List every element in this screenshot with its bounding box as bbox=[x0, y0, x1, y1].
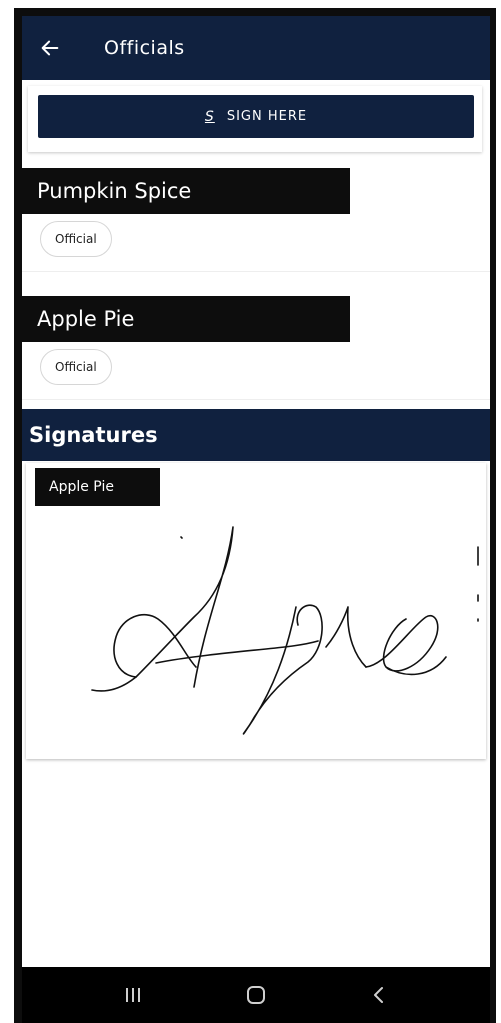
recent-apps-icon bbox=[126, 988, 141, 1002]
signature-name: Apple Pie bbox=[35, 468, 160, 506]
device-bezel-top bbox=[14, 8, 492, 16]
official-name: Pumpkin Spice bbox=[22, 168, 350, 214]
app-screen: Officials S SIGN HERE Pumpkin Spice Offi… bbox=[22, 16, 490, 1023]
official-item[interactable]: Apple Pie Official bbox=[22, 296, 490, 400]
page-title: Officials bbox=[104, 37, 185, 59]
system-back-button[interactable] bbox=[349, 967, 409, 1023]
signature-icon: S bbox=[204, 108, 215, 125]
sign-here-button[interactable]: S SIGN HERE bbox=[38, 95, 474, 138]
back-chevron-icon bbox=[373, 987, 383, 1003]
handwritten-signature bbox=[91, 526, 479, 735]
official-name: Apple Pie bbox=[22, 296, 350, 342]
role-chip: Official bbox=[40, 221, 112, 257]
sign-here-label: SIGN HERE bbox=[226, 109, 308, 124]
arrow-left-icon bbox=[41, 40, 59, 56]
back-button[interactable] bbox=[22, 16, 78, 80]
signatures-section-header: Signatures bbox=[22, 409, 490, 461]
role-chip: Official bbox=[40, 349, 112, 385]
device-frame-right bbox=[496, 0, 501, 1023]
home-icon bbox=[246, 986, 265, 1004]
official-item[interactable]: Pumpkin Spice Official bbox=[22, 168, 490, 272]
app-header: Officials bbox=[22, 16, 490, 80]
sign-card: S SIGN HERE bbox=[28, 86, 482, 152]
recent-apps-button[interactable] bbox=[103, 967, 163, 1023]
signature-card: Apple Pie bbox=[26, 463, 486, 759]
system-nav-bar bbox=[22, 967, 490, 1023]
device-bezel-left bbox=[14, 8, 22, 1023]
home-button[interactable] bbox=[226, 967, 286, 1023]
